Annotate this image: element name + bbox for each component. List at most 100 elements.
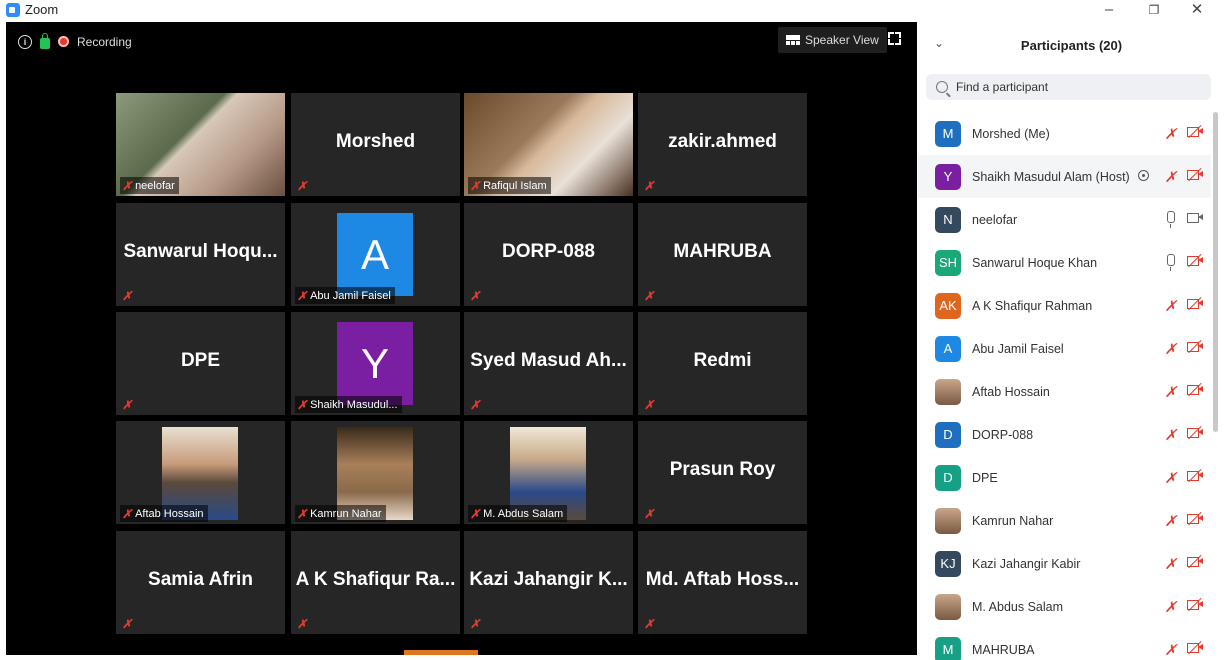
video-tile[interactable]: Samia Afrin ✗: [116, 531, 285, 634]
video-tile[interactable]: Sanwarul Hoqu... ✗: [116, 203, 285, 306]
microphone-icon[interactable]: [1167, 254, 1175, 271]
video-tile[interactable]: A ✗ Abu Jamil Faisel: [291, 203, 460, 306]
info-icon[interactable]: i: [18, 34, 32, 49]
video-tile[interactable]: Morshed ✗: [291, 93, 460, 196]
video-tile[interactable]: Prasun Roy ✗: [638, 421, 807, 524]
video-tile[interactable]: Y ✗ Shaikh Masudul...: [291, 312, 460, 415]
mic-muted-icon: ✗: [297, 397, 308, 412]
mic-muted-icon[interactable]: ✗: [1164, 383, 1177, 401]
restore-button[interactable]: ❐: [1139, 0, 1169, 20]
video-off-icon[interactable]: [1187, 167, 1203, 182]
mic-muted-icon[interactable]: ✗: [1164, 512, 1177, 530]
participant-row[interactable]: Kamrun Nahar ✗: [918, 499, 1211, 542]
tile-display-name: MAHRUBA: [673, 241, 772, 262]
video-tile[interactable]: ✗ Kamrun Nahar: [291, 421, 460, 524]
mic-muted-icon[interactable]: ✗: [1164, 469, 1177, 487]
video-off-icon[interactable]: [1187, 468, 1203, 483]
video-tile[interactable]: DORP-088 ✗: [464, 203, 633, 306]
video-tile[interactable]: A K Shafiqur Ra... ✗: [291, 531, 460, 634]
lock-icon[interactable]: [40, 33, 50, 49]
close-button[interactable]: ✕: [1182, 0, 1212, 20]
participant-scrollbar[interactable]: [1213, 112, 1218, 432]
video-off-icon[interactable]: [1187, 597, 1203, 612]
participant-name: neelofar: [972, 212, 1018, 227]
mic-muted-icon[interactable]: ✗: [1164, 641, 1177, 659]
avatar: KJ: [935, 550, 961, 577]
mic-muted-icon: ✗: [122, 178, 133, 193]
participant-row[interactable]: Aftab Hossain ✗: [918, 370, 1211, 413]
participant-row[interactable]: A Abu Jamil Faisel ✗: [918, 327, 1211, 370]
video-off-icon[interactable]: [1187, 511, 1203, 526]
participant-row[interactable]: SH Sanwarul Hoque Khan: [918, 241, 1211, 284]
participant-row[interactable]: M. Abdus Salam ✗: [918, 585, 1211, 628]
participant-row[interactable]: D DPE ✗: [918, 456, 1211, 499]
minimize-button[interactable]: –: [1094, 0, 1124, 20]
participant-row[interactable]: M Morshed (Me) ✗: [918, 112, 1211, 155]
meeting-status-bar: i Recording: [18, 33, 132, 49]
mic-muted-icon[interactable]: ✗: [1164, 125, 1177, 143]
mic-muted-icon[interactable]: ✗: [1164, 426, 1177, 444]
mic-muted-icon[interactable]: ✗: [1164, 340, 1177, 358]
mic-muted-icon: ✗: [297, 288, 308, 303]
participant-name: Kamrun Nahar: [972, 513, 1054, 528]
tile-name-label: ✗ Rafiqul Islam: [468, 177, 551, 194]
video-tile[interactable]: Redmi ✗: [638, 312, 807, 415]
video-tile[interactable]: Kazi Jahangir K... ✗: [464, 531, 633, 634]
video-tile[interactable]: DPE ✗: [116, 312, 285, 415]
zoom-logo-icon: [6, 3, 20, 17]
participant-row[interactable]: Y Shaikh Masudul Alam (Host) ✗: [918, 155, 1211, 198]
mic-muted-icon[interactable]: ✗: [1164, 297, 1177, 315]
speaker-view-label: Speaker View: [805, 33, 879, 47]
recording-icon: [58, 36, 69, 47]
video-off-icon[interactable]: [1187, 425, 1203, 440]
tile-name-label: ✗ Shaikh Masudul...: [295, 396, 402, 413]
video-tile[interactable]: Syed Masud Ah... ✗: [464, 312, 633, 415]
video-off-icon[interactable]: [1187, 640, 1203, 655]
video-tile[interactable]: ✗ neelofar: [116, 93, 285, 196]
video-off-icon[interactable]: [1187, 253, 1203, 268]
video-off-icon[interactable]: [1187, 124, 1203, 139]
participant-name: Morshed (Me): [972, 126, 1050, 141]
video-tile[interactable]: ✗ M. Abdus Salam: [464, 421, 633, 524]
tile-label-text: Shaikh Masudul...: [310, 398, 398, 411]
video-camera-icon[interactable]: [1187, 211, 1203, 223]
search-input[interactable]: [954, 79, 1198, 95]
recording-label: Recording: [77, 34, 132, 49]
participant-search[interactable]: [926, 74, 1211, 100]
tile-name-label: ✗ M. Abdus Salam: [468, 505, 568, 522]
participant-row[interactable]: D DORP-088 ✗: [918, 413, 1211, 456]
fullscreen-icon[interactable]: [888, 32, 901, 45]
video-off-icon[interactable]: [1187, 296, 1203, 311]
tile-name-label: ✗ Kamrun Nahar: [295, 505, 386, 522]
microphone-icon[interactable]: [1167, 211, 1175, 228]
participant-row[interactable]: KJ Kazi Jahangir Kabir ✗: [918, 542, 1211, 585]
participant-row[interactable]: M MAHRUBA ✗: [918, 628, 1211, 660]
tile-display-name: Redmi: [693, 350, 752, 371]
participants-header: ⌄ Participants (20): [918, 22, 1225, 68]
gallery-scroll-indicator[interactable]: [404, 650, 478, 655]
tile-display-name: Morshed: [335, 131, 416, 152]
participant-row[interactable]: Nneelofar: [918, 198, 1211, 241]
avatar: N: [935, 206, 961, 233]
mic-muted-icon[interactable]: ✗: [1164, 168, 1177, 186]
tile-display-name: Prasun Roy: [669, 459, 776, 480]
mic-muted-icon: ✗: [297, 179, 308, 193]
avatar: D: [935, 464, 961, 491]
participant-name: DPE: [972, 470, 998, 485]
video-off-icon[interactable]: [1187, 339, 1203, 354]
tile-display-name: DORP-088: [502, 241, 595, 262]
video-tile[interactable]: ✗ Aftab Hossain: [116, 421, 285, 524]
video-off-icon[interactable]: [1187, 554, 1203, 569]
avatar: Y: [935, 163, 961, 190]
mic-muted-icon[interactable]: ✗: [1164, 598, 1177, 616]
participant-name: A K Shafiqur Rahman: [972, 298, 1093, 313]
video-tile[interactable]: zakir.ahmed ✗: [638, 93, 807, 196]
video-tile[interactable]: MAHRUBA ✗: [638, 203, 807, 306]
video-tile[interactable]: ✗ Rafiqul Islam: [464, 93, 633, 196]
video-off-icon[interactable]: [1187, 382, 1203, 397]
speaker-view-button[interactable]: Speaker View: [778, 27, 887, 53]
participant-row[interactable]: AK A K Shafiqur Rahman ✗: [918, 284, 1211, 327]
mic-muted-icon: ✗: [644, 398, 655, 412]
mic-muted-icon[interactable]: ✗: [1164, 555, 1177, 573]
video-tile[interactable]: Md. Aftab Hoss... ✗: [638, 531, 807, 634]
